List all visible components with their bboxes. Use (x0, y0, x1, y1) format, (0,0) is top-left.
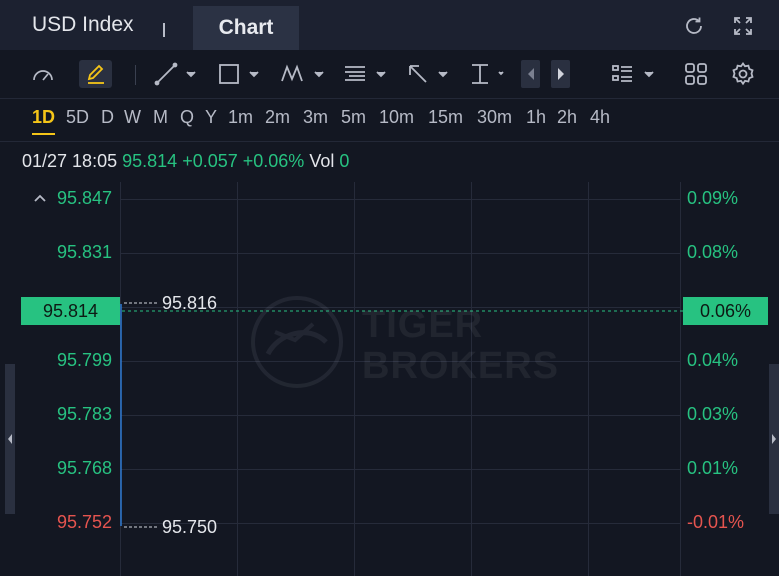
instrument-title: USD Index (32, 13, 134, 36)
current-price-badge-value: 95.814 (42, 300, 99, 321)
left-panel-handle[interactable] (5, 364, 15, 514)
interval-30m[interactable]: 30m (477, 107, 512, 128)
watermark-tiger: TIGER (362, 304, 484, 346)
drawing-toolbar (0, 50, 779, 98)
interval-1d[interactable]: 1D (32, 107, 56, 135)
quote-vol-label: Vol (309, 151, 335, 171)
right-panel-handle[interactable] (769, 364, 779, 514)
high-marker-label: 95.816 (162, 293, 218, 313)
tab-chart-label: Chart (218, 16, 274, 39)
interval-3m[interactable]: 3m (303, 107, 328, 128)
interval-10m[interactable]: 10m (379, 107, 414, 128)
interval-5d[interactable]: 5D (66, 107, 89, 128)
y-right-label: -0.01% (687, 512, 745, 532)
pattern-tool[interactable] (280, 60, 328, 88)
y-left-label: 95.768 (56, 458, 112, 478)
expand-icon[interactable] (731, 14, 755, 38)
y-right-label: 0.09% (687, 188, 739, 208)
quote-price: 95.814 (122, 151, 178, 171)
fibonacci-tool[interactable] (343, 60, 391, 88)
interval-m[interactable]: M (153, 107, 168, 128)
interval-w[interactable]: W (124, 107, 141, 128)
trend-line-tool[interactable] (154, 60, 200, 88)
grid-layout-icon[interactable] (683, 60, 709, 88)
interval-1m[interactable]: 1m (228, 107, 253, 128)
interval-2h[interactable]: 2h (557, 107, 577, 128)
interval-q[interactable]: Q (180, 107, 194, 128)
arrow-tool[interactable] (406, 60, 452, 88)
interval-5m[interactable]: 5m (341, 107, 366, 128)
price-chart[interactable]: TIGER BROKERS 95.847 95.831 95.814 95.79… (0, 182, 779, 576)
y-left-label: 95.783 (56, 404, 112, 424)
current-price-badge: 95.814 (21, 297, 120, 325)
tab-separator (163, 23, 165, 37)
quote-change: +0.057 (182, 151, 238, 171)
draw-pencil-icon[interactable] (79, 60, 112, 88)
toolbar-divider (135, 65, 136, 85)
tab-chart[interactable]: Chart (193, 6, 299, 50)
scroll-left-button[interactable] (521, 60, 540, 88)
interval-1h[interactable]: 1h (526, 107, 546, 128)
interval-2m[interactable]: 2m (265, 107, 290, 128)
quote-change-pct: +0.06% (242, 151, 305, 171)
indicator-gauge-icon[interactable] (30, 60, 58, 88)
watermark-brokers: BROKERS (362, 345, 560, 387)
interval-y[interactable]: Y (205, 107, 217, 128)
low-marker-label: 95.750 (162, 517, 218, 537)
y-right-label: 0.08% (687, 242, 739, 262)
measure-tool[interactable] (468, 60, 508, 88)
interval-15m[interactable]: 15m (428, 107, 463, 128)
y-left-label: 95.847 (56, 188, 112, 208)
y-right-label: 0.04% (687, 350, 739, 370)
current-pct-badge-value: 0.06% (699, 300, 752, 321)
y-left-label: 95.831 (56, 242, 112, 262)
settings-gear-icon[interactable] (730, 60, 756, 88)
quote-line: 01/27 18:05 95.814 +0.057 +0.06% Vol 0 (22, 151, 349, 172)
layout-list-icon[interactable] (611, 60, 657, 88)
y-right-label: 0.01% (687, 458, 739, 478)
collapse-chevron-icon[interactable] (33, 190, 47, 208)
interval-bar: 1D 5D D W M Q Y 1m 2m 3m 5m 10m 15m 30m … (0, 98, 779, 142)
rectangle-tool[interactable] (217, 60, 263, 88)
y-right-label: 0.03% (687, 404, 739, 424)
refresh-icon[interactable] (682, 14, 706, 38)
quote-vol-value: 0 (339, 151, 350, 171)
header-bar: USD Index Chart (0, 0, 779, 50)
y-left-label: 95.799 (56, 350, 112, 370)
quote-datetime: 01/27 18:05 (22, 151, 118, 171)
interval-d[interactable]: D (101, 107, 114, 128)
scroll-right-button[interactable] (551, 60, 570, 88)
current-pct-badge: 0.06% (683, 297, 768, 325)
y-left-label: 95.752 (56, 512, 112, 532)
interval-4h[interactable]: 4h (590, 107, 610, 128)
